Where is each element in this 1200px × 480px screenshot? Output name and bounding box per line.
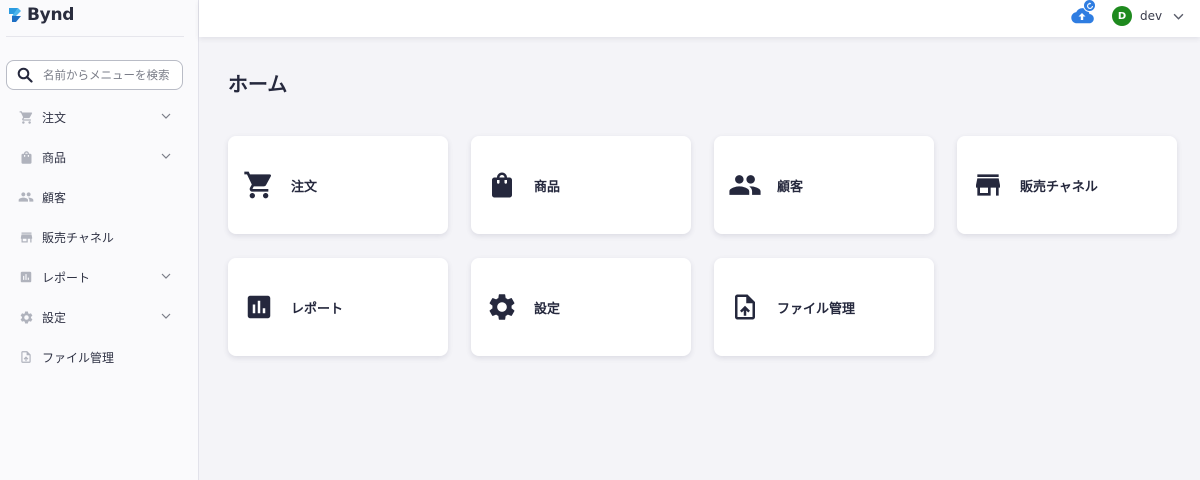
card-label: ファイル管理 [777, 301, 856, 317]
sidebar-item-sales-channels[interactable]: 販売チャネル [0, 217, 199, 257]
sidebar-nav: 注文 商品 顧客 販売チャネル レポート 設定 ファイル管理 [0, 97, 199, 377]
sidebar-item-file-management[interactable]: ファイル管理 [0, 337, 199, 377]
chart-icon [242, 290, 276, 324]
chevron-down-icon [161, 273, 171, 279]
brand-name: Bynd [27, 5, 75, 25]
chevron-down-icon [161, 313, 171, 319]
sidebar-item-customers[interactable]: 顧客 [0, 177, 199, 217]
sidebar-item-label: 設定 [42, 310, 67, 325]
card-customers[interactable]: 顧客 [714, 136, 934, 234]
card-label: 注文 [291, 179, 318, 195]
user-name: dev [1140, 9, 1163, 23]
card-reports[interactable]: レポート [228, 258, 448, 356]
card-orders[interactable]: 注文 [228, 136, 448, 234]
sidebar-item-label: 注文 [42, 110, 67, 125]
card-label: 顧客 [777, 179, 804, 195]
gear-icon [485, 290, 519, 324]
sidebar-item-products[interactable]: 商品 [0, 137, 199, 177]
bag-icon [485, 168, 519, 202]
bynd-logo-icon [9, 8, 21, 22]
user-menu[interactable]: D dev [1112, 6, 1184, 26]
sidebar-item-label: 販売チャネル [42, 230, 114, 245]
sidebar-item-label: 商品 [42, 150, 67, 165]
card-label: レポート [291, 301, 344, 317]
card-label: 設定 [534, 301, 561, 317]
people-icon [728, 168, 762, 202]
sidebar-item-settings[interactable]: 設定 [0, 297, 199, 337]
page-title: ホーム [228, 72, 288, 96]
chevron-down-icon [1173, 11, 1184, 22]
sidebar-item-label: ファイル管理 [42, 350, 115, 365]
store-icon [971, 168, 1005, 202]
card-label: 商品 [534, 179, 561, 195]
card-label: 販売チャネル [1020, 179, 1098, 195]
file-icon [728, 290, 762, 324]
gear-icon [18, 309, 34, 325]
card-sales-channels[interactable]: 販売チャネル [957, 136, 1177, 234]
divider [6, 36, 184, 37]
card-file-management[interactable]: ファイル管理 [714, 258, 934, 356]
sidebar-item-reports[interactable]: レポート [0, 257, 199, 297]
cart-icon [242, 168, 276, 202]
top-bar: D dev [199, 0, 1200, 37]
chevron-down-icon [161, 113, 171, 119]
sidebar-item-label: 顧客 [42, 190, 67, 205]
people-icon [18, 189, 34, 205]
sidebar: Bynd 注文 商品 顧客 [0, 0, 199, 480]
chevron-down-icon [161, 153, 171, 159]
card-products[interactable]: 商品 [471, 136, 691, 234]
sidebar-item-orders[interactable]: 注文 [0, 97, 199, 137]
sync-icon [1086, 1, 1093, 9]
search-box[interactable] [6, 60, 183, 90]
bag-icon [18, 149, 34, 165]
file-icon [18, 349, 34, 365]
chart-icon [18, 269, 34, 285]
store-icon [18, 229, 34, 245]
card-settings[interactable]: 設定 [471, 258, 691, 356]
search-input[interactable] [43, 68, 173, 82]
sidebar-item-label: レポート [42, 270, 91, 285]
cart-icon [18, 109, 34, 125]
brand-logo[interactable]: Bynd [6, 4, 74, 26]
avatar: D [1112, 6, 1132, 26]
search-icon [17, 67, 33, 83]
